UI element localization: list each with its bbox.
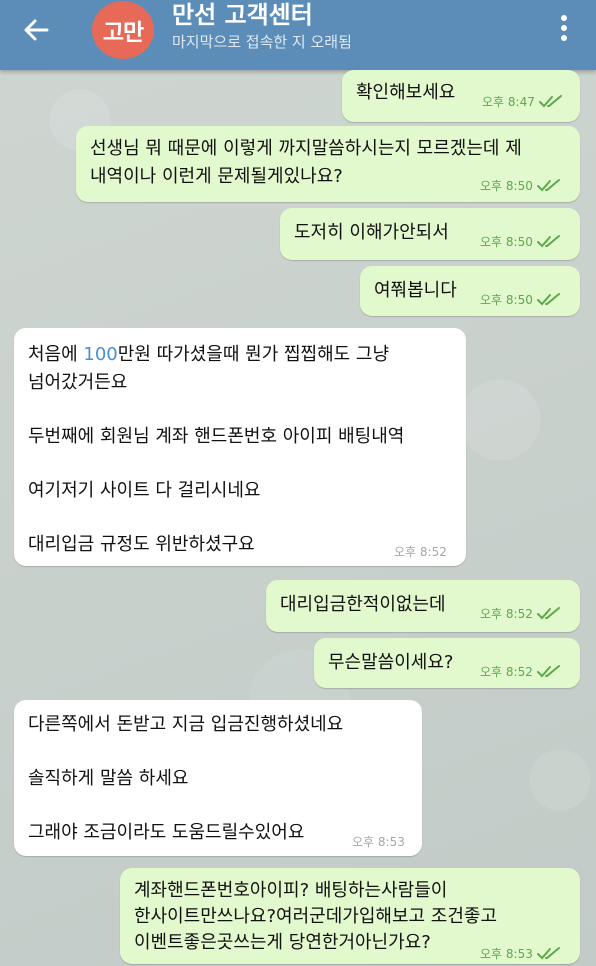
last-seen-status: 마지막으로 접속한 지 오래됨 [172, 33, 352, 51]
double-check-icon [536, 293, 560, 306]
message-time: 오후 8:52 [394, 545, 447, 559]
message-text-line: 대리입금 규정도 위반하셨구요 [28, 534, 255, 555]
message-text: 확인해보세요 [356, 82, 456, 103]
double-check-icon [538, 95, 562, 108]
back-button[interactable] [14, 12, 58, 48]
number-link[interactable]: 100 [83, 344, 117, 365]
more-vertical-icon-dot [561, 25, 567, 31]
message-meta: 오후 8:47 [482, 94, 563, 110]
message-text-line: 처음에 100만원 따가셨을때 뭔가 찝찝해도 그냥 [28, 340, 389, 370]
message-time: 오후 8:50 [480, 179, 533, 193]
message-text: 여쭤봅니다 [374, 280, 457, 301]
double-check-icon [536, 665, 560, 678]
message-text: 대리입금한적이없는데 [280, 594, 446, 615]
message-text: 도저히 이해가안되서 [294, 222, 449, 243]
message-bubble-incoming[interactable]: 다른쪽에서 돈받고 지금 입금진행하셨네요 솔직하게 말씀 하세요 그래야 조금… [14, 700, 422, 856]
message-meta: 오후 8:53 [352, 834, 405, 850]
message-text-line: 그래야 조금이라도 도움드릴수있어요 [28, 822, 305, 843]
message-meta: 오후 8:52 [394, 544, 447, 560]
message-text: 무슨말씀이세요? [328, 652, 454, 673]
avatar[interactable]: 고만 [92, 1, 154, 59]
message-meta: 오후 8:52 [480, 606, 561, 622]
message-time: 오후 8:52 [480, 607, 533, 621]
message-text-line: 여기저기 사이트 다 걸리시네요 [28, 480, 261, 501]
arrow-left-icon [24, 19, 49, 41]
message-text-line: 다른쪽에서 돈받고 지금 입금진행하셨네요 [28, 714, 344, 735]
double-check-icon [536, 179, 560, 192]
chat-title[interactable]: 만선 고객센터 [172, 0, 313, 30]
message-meta: 오후 8:53 [480, 946, 561, 962]
message-time: 오후 8:52 [480, 665, 533, 679]
message-text-line: 선생님 뭐 때문에 이렇게 까지말씀하시는지 모르겠는데 제 [90, 138, 522, 159]
message-meta: 오후 8:50 [480, 292, 561, 308]
message-bubble-outgoing[interactable]: 무슨말씀이세요? 오후 8:52 [314, 638, 580, 688]
message-bubble-outgoing[interactable]: 계좌핸드폰번호아이피? 배팅하는사람들이 한사이트만쓰나요?여러군데가입해보고 … [120, 868, 580, 964]
message-bubble-outgoing[interactable]: 여쭤봅니다 오후 8:50 [360, 266, 580, 316]
double-check-icon [536, 607, 560, 620]
message-text-line: 솔직하게 말씀 하세요 [28, 768, 189, 789]
message-text-line: 두번째에 회원님 계좌 핸드폰번호 아이피 배팅내역 [28, 426, 405, 447]
message-meta: 오후 8:50 [480, 178, 561, 194]
message-time: 오후 8:50 [480, 235, 533, 249]
message-text-line: 넘어갔거든요 [28, 372, 128, 393]
message-bubble-incoming[interactable]: 처음에 100만원 따가셨을때 뭔가 찝찝해도 그냥 넘어갔거든요 두번째에 회… [14, 328, 466, 566]
more-menu-button[interactable] [550, 8, 578, 48]
message-time: 오후 8:53 [352, 835, 405, 849]
message-bubble-outgoing[interactable]: 선생님 뭐 때문에 이렇게 까지말씀하시는지 모르겠는데 제 내역이나 이런게 … [76, 126, 580, 202]
message-time: 오후 8:47 [482, 95, 535, 109]
message-bubble-outgoing[interactable]: 확인해보세요 오후 8:47 [342, 70, 580, 122]
message-meta: 오후 8:50 [480, 234, 561, 250]
message-time: 오후 8:50 [480, 293, 533, 307]
more-vertical-icon-dot [561, 35, 567, 41]
more-vertical-icon [561, 15, 567, 21]
message-meta: 오후 8:52 [480, 664, 561, 680]
chat-header: 고만 만선 고객센터 마지막으로 접속한 지 오래됨 [0, 0, 596, 70]
message-text-line: 내역이나 이런게 문제될게있나요? [90, 166, 343, 187]
message-text-line: 이벤트좋은곳쓰는게 당연한거아닌가요? [134, 932, 431, 953]
message-time: 오후 8:53 [480, 947, 533, 961]
message-text-part: 처음에 [28, 344, 84, 365]
message-bubble-outgoing[interactable]: 대리입금한적이없는데 오후 8:52 [266, 580, 580, 632]
double-check-icon [536, 947, 560, 960]
message-bubble-outgoing[interactable]: 도저히 이해가안되서 오후 8:50 [280, 208, 580, 260]
double-check-icon [536, 235, 560, 248]
message-text-part: 만원 따가셨을때 뭔가 찝찝해도 그냥 [117, 344, 390, 365]
